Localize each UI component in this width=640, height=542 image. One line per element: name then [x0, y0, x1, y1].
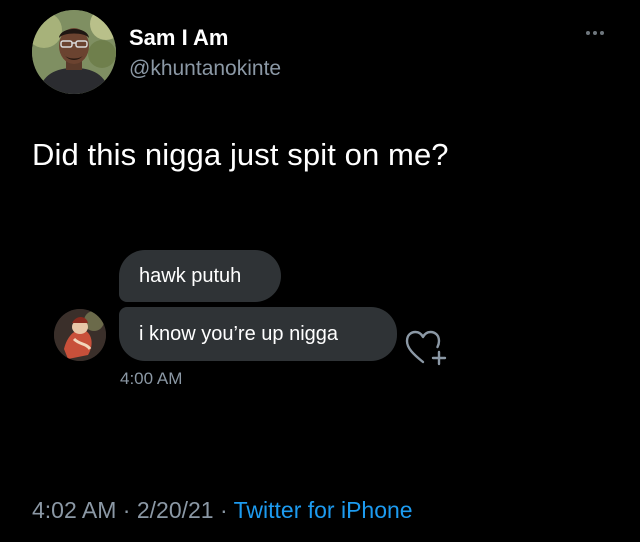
- sender-avatar-image: [54, 309, 106, 361]
- message-bubble[interactable]: hawk putuh: [119, 250, 281, 302]
- tweet-time[interactable]: 4:02 AM: [32, 497, 116, 523]
- tweet-text: Did this nigga just spit on me?: [32, 137, 449, 172]
- dot: [600, 31, 604, 35]
- sender-avatar[interactable]: [54, 309, 106, 361]
- display-name[interactable]: Sam I Am: [129, 25, 228, 51]
- dot: [593, 31, 597, 35]
- heart-plus-icon[interactable]: [405, 328, 449, 368]
- dot: [586, 31, 590, 35]
- avatar-photo: [32, 10, 116, 94]
- tweet-meta: 4:02 AM · 2/20/21 · Twitter for iPhone: [32, 497, 413, 524]
- more-options-icon[interactable]: [586, 26, 612, 40]
- meta-separator: ·: [213, 497, 234, 523]
- tweet-card: Sam I Am @khuntanokinte Did this nigga j…: [0, 0, 640, 542]
- heart-plus-icon-glyph: [405, 330, 447, 366]
- meta-separator: ·: [116, 497, 137, 523]
- tweet-date[interactable]: 2/20/21: [137, 497, 214, 523]
- profile-avatar[interactable]: [32, 10, 116, 94]
- user-handle[interactable]: @khuntanokinte: [129, 57, 281, 81]
- message-timestamp: 4:00 AM: [120, 369, 183, 388]
- message-bubble[interactable]: i know you’re up nigga: [119, 307, 397, 361]
- message-text: hawk putuh: [139, 264, 242, 287]
- message-text: i know you’re up nigga: [139, 322, 339, 345]
- tweet-source-link[interactable]: Twitter for iPhone: [234, 497, 413, 523]
